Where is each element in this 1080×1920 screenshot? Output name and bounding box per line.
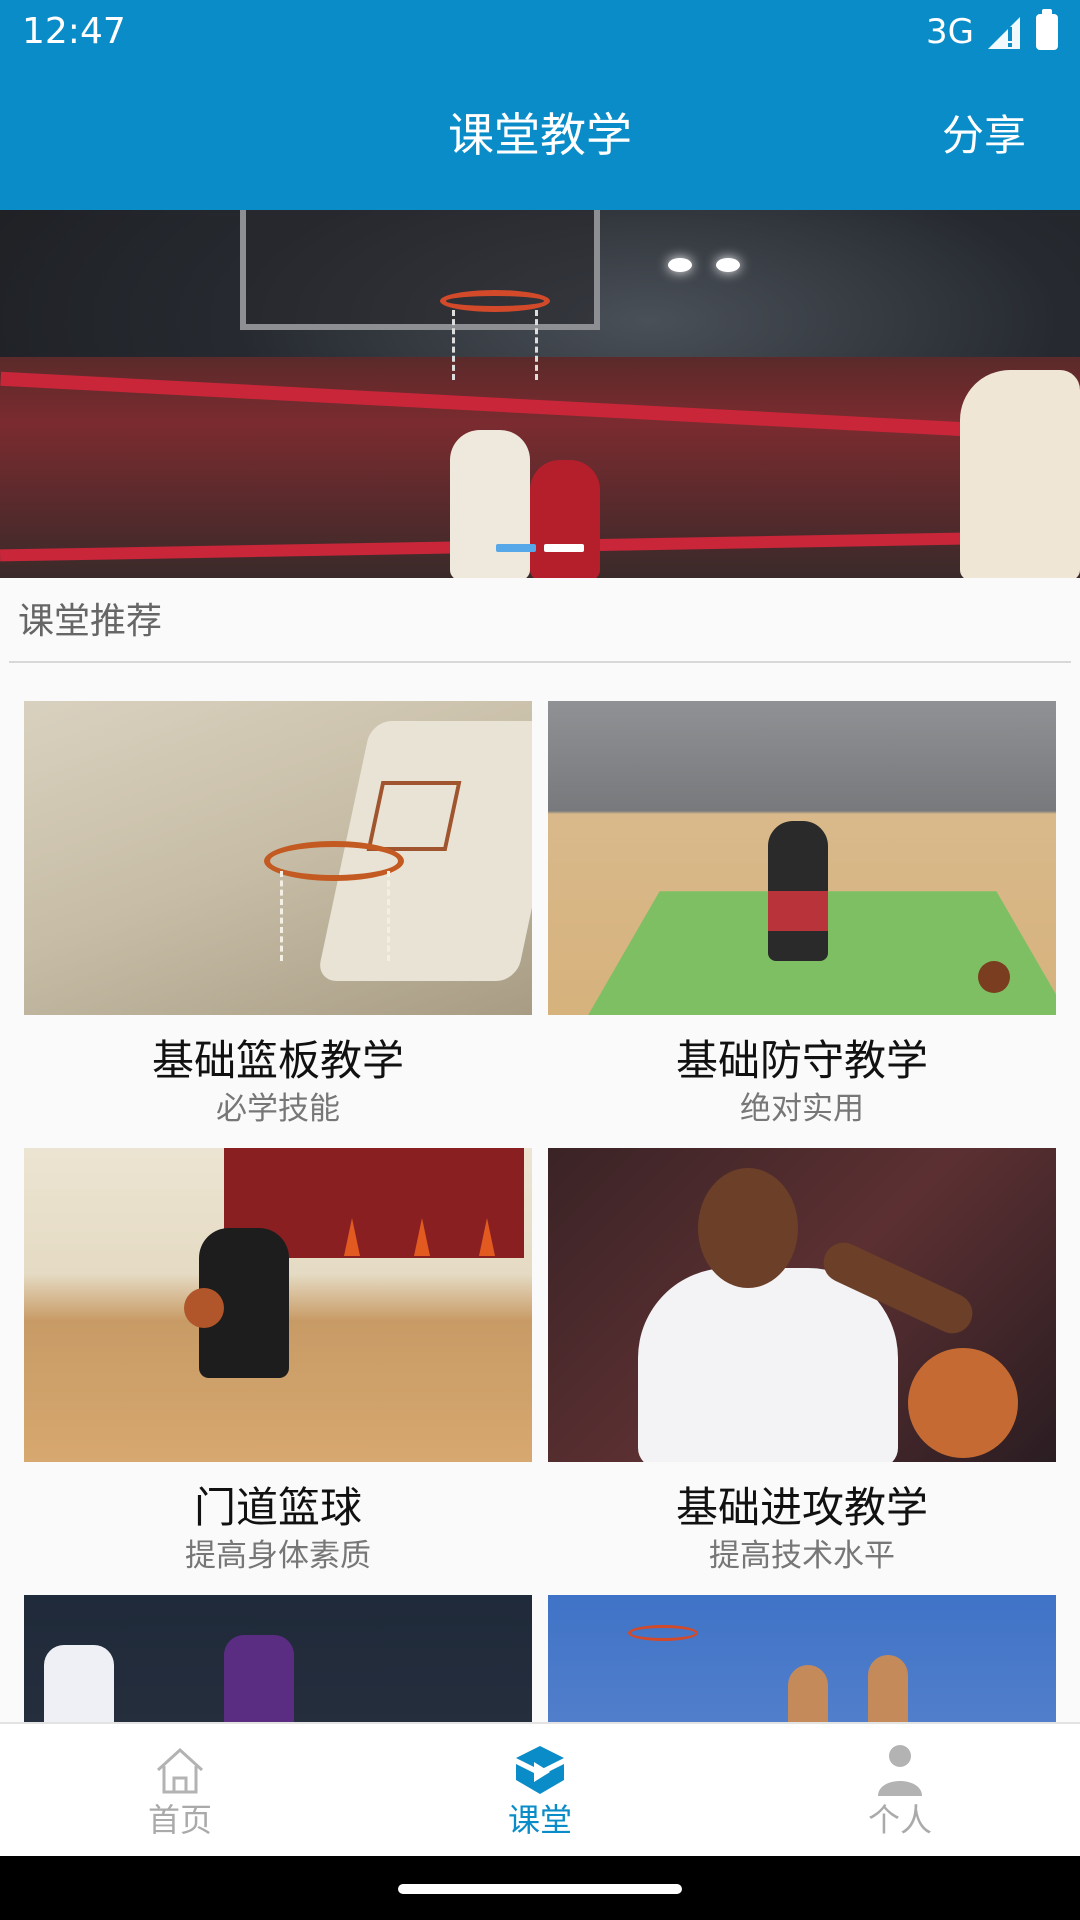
course-subtitle: 必学技能	[216, 1091, 340, 1127]
network-type: 3G	[926, 12, 974, 52]
course-title: 基础篮板教学	[151, 1036, 404, 1085]
course-thumbnail	[24, 701, 532, 1015]
banner-decor	[960, 370, 1080, 578]
home-gesture-handle[interactable]	[398, 1884, 682, 1894]
banner-indicator	[496, 544, 584, 552]
course-subtitle: 绝对实用	[740, 1091, 864, 1127]
section-title: 课堂推荐	[18, 601, 163, 642]
nav-label: 个人	[867, 1801, 932, 1839]
banner-decor	[452, 310, 538, 380]
course-subtitle: 提高技术水平	[709, 1538, 895, 1574]
banner-decor	[716, 258, 740, 272]
bottom-nav: 首页 课堂 个人	[0, 1722, 1080, 1856]
home-icon	[156, 1747, 204, 1794]
course-title: 门道篮球	[193, 1483, 362, 1532]
banner-decor	[668, 258, 692, 272]
share-button[interactable]: 分享	[942, 108, 1026, 164]
app-bar: 12:47 3G 课堂教学 分享	[0, 0, 1080, 210]
nav-label: 课堂	[507, 1801, 572, 1839]
course-card[interactable]: 基础防守教学 绝对实用	[548, 701, 1056, 1129]
battery-icon	[1036, 9, 1058, 50]
divider	[9, 661, 1071, 663]
course-title: 基础防守教学	[675, 1036, 928, 1085]
course-card[interactable]: 基础进攻教学 提高技术水平	[548, 1148, 1056, 1576]
banner-decor	[240, 210, 600, 330]
course-thumbnail	[24, 1148, 532, 1462]
banner-dot	[496, 544, 536, 552]
status-icons: 3G	[926, 9, 1058, 54]
signal-icon	[988, 17, 1020, 49]
banner-dot	[544, 544, 584, 552]
status-time: 12:47	[22, 11, 126, 52]
banner-decor	[440, 290, 550, 312]
banner-carousel[interactable]	[0, 210, 1080, 578]
classroom-play-icon	[516, 1746, 564, 1794]
course-card[interactable]: 门道篮球 提高身体素质	[24, 1148, 532, 1576]
person-icon	[878, 1745, 922, 1796]
banner-decor	[450, 430, 530, 578]
course-subtitle: 提高身体素质	[185, 1538, 371, 1574]
nav-label: 首页	[147, 1801, 212, 1839]
course-thumbnail	[548, 701, 1056, 1015]
page-title: 课堂教学	[448, 108, 632, 162]
course-thumbnail	[548, 1148, 1056, 1462]
banner-decor	[530, 460, 600, 578]
course-title: 基础进攻教学	[675, 1483, 928, 1532]
nav-classroom[interactable]: 课堂	[360, 1724, 720, 1856]
course-card[interactable]: 基础篮板教学 必学技能	[24, 701, 532, 1129]
nav-profile[interactable]: 个人	[720, 1724, 1080, 1856]
nav-home[interactable]: 首页	[0, 1724, 360, 1856]
